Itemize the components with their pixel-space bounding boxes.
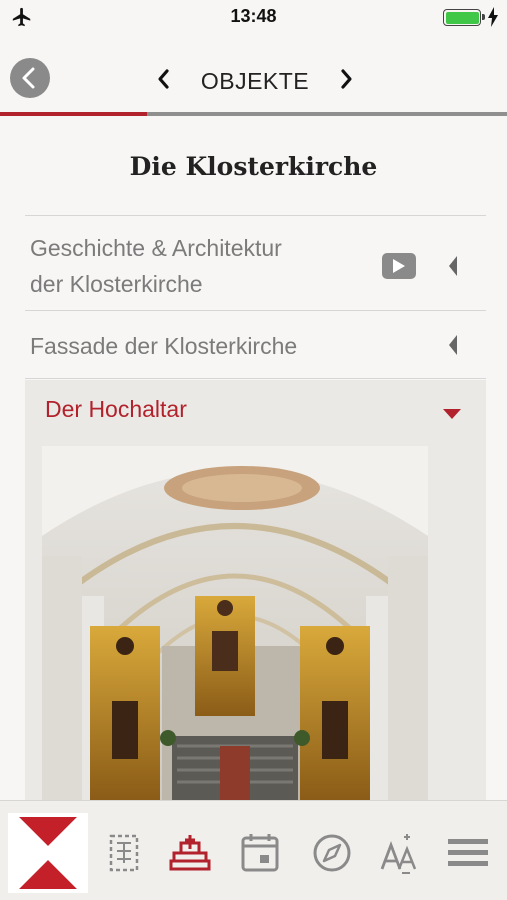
nav-bar: OBJEKTE	[0, 44, 507, 114]
bolt-icon	[488, 7, 498, 27]
compass-icon[interactable]	[310, 831, 354, 875]
list-item-geschichte[interactable]: Geschichte & Architektur der Klosterkirc…	[25, 228, 486, 308]
chevron-left-circle-icon	[22, 67, 35, 89]
progress-fill	[0, 112, 148, 116]
battery-icon	[443, 9, 485, 26]
expanded-item-title: Der Hochaltar	[45, 396, 187, 422]
list-item-hochaltar-expanded[interactable]: Der Hochaltar	[25, 380, 486, 800]
list-item-label: Fassade der Klosterkirche	[30, 333, 298, 359]
caret-left-icon	[449, 335, 457, 355]
nav-title: OBJEKTE	[200, 68, 310, 94]
altar-icon[interactable]	[168, 831, 212, 875]
status-time: 13:48	[230, 6, 277, 26]
app-logo[interactable]	[8, 813, 88, 893]
chevron-right-icon[interactable]	[336, 66, 356, 92]
chevron-left-icon[interactable]	[154, 66, 174, 92]
progress-bar	[0, 112, 507, 116]
church-interior-photo	[42, 446, 428, 800]
calendar-icon[interactable]	[238, 831, 282, 875]
caret-down-icon[interactable]	[442, 408, 462, 420]
menu-icon[interactable]	[446, 831, 490, 875]
divider	[25, 215, 486, 216]
page-title: Die Klosterkirche	[129, 152, 378, 181]
font-size-icon[interactable]	[378, 831, 422, 875]
divider	[25, 310, 486, 311]
tab-bar	[0, 800, 507, 900]
video-icon	[382, 253, 416, 279]
floorplan-icon[interactable]	[103, 831, 147, 875]
list-item-fassade[interactable]: Fassade der Klosterkirche	[25, 312, 486, 378]
back-button[interactable]	[10, 58, 50, 98]
list-item-label: Geschichte & Architektur	[30, 235, 282, 261]
divider	[25, 378, 486, 379]
caret-left-icon	[449, 256, 457, 276]
list-item-label-line2: der Klosterkirche	[30, 271, 203, 297]
status-bar: 13:48	[0, 0, 507, 36]
